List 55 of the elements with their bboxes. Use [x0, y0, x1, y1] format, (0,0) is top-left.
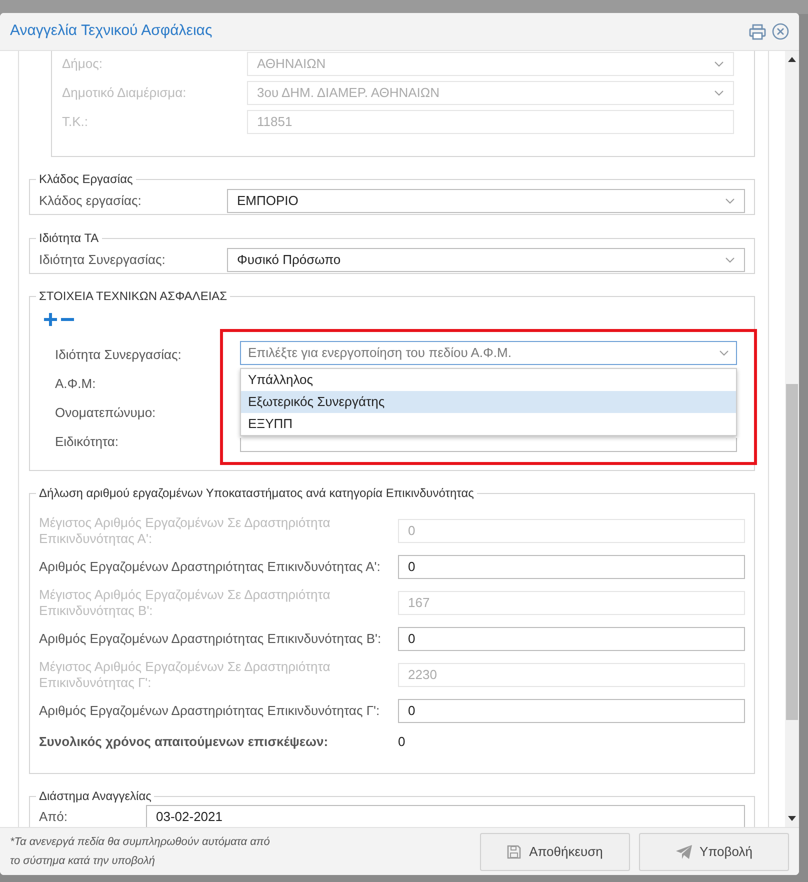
input-field[interactable]: 0	[398, 627, 745, 651]
dropdown: 3ου ΔΗΜ. ΔΙΑΜΕΡ. ΑΘΗΝΑΙΩΝ	[247, 81, 734, 105]
field-label: Αριθμός Εργαζομένων Δραστηριότητας Επικινδυνότητας Α':	[39, 559, 382, 575]
field-label: Αριθμός Εργαζομένων Δραστηριότητας Επικινδυνότητας Β':	[39, 631, 382, 647]
dropdown-option[interactable]: Εξωτερικός Συνεργάτης	[241, 391, 736, 413]
field-label: Αριθμός Εργαζομένων Δραστηριότητας Επικινδυνότητας Γ':	[39, 703, 381, 719]
dropdown[interactable]: ΕΜΠΟΡΙΟ	[227, 189, 745, 213]
input-field[interactable]: 0	[398, 555, 745, 579]
input-field: 11851	[247, 110, 734, 134]
field-label: Μέγιστος Αριθμός Εργαζομένων Σε Δραστηριότητα Επικινδυνότητας Β':	[39, 587, 332, 619]
dropdown-option[interactable]: Υπάλληλος	[241, 369, 736, 391]
total-value: 0	[398, 733, 406, 752]
scrollbar[interactable]	[785, 51, 799, 827]
fieldset-legend: Διάστημα Αναγγελίας	[36, 788, 154, 804]
chevron-icon	[719, 350, 729, 356]
input-field[interactable]	[240, 438, 737, 452]
chevron-icon	[714, 61, 724, 67]
scroll-up-icon[interactable]	[788, 57, 796, 62]
dropdown-option[interactable]: ΕΞΥΠΠ	[241, 413, 736, 435]
chevron-icon	[725, 198, 735, 204]
field-label: Από:	[39, 808, 68, 826]
print-icon[interactable]	[749, 24, 766, 40]
save-button[interactable]: Αποθήκευση	[480, 832, 630, 870]
input-field: 2230	[398, 663, 745, 687]
field-label: Α.Φ.Μ:	[55, 374, 96, 393]
dropdown[interactable]: Επιλέξτε για ενεργοποίηση του πεδίου Α.Φ.Μ.	[240, 341, 737, 365]
fieldset-legend: Κλάδος Εργασίας	[36, 171, 136, 187]
field-label: Τ.Κ.:	[62, 113, 90, 132]
total-label: Συνολικός χρόνος απαιτούμενων επισκέψεων:	[39, 733, 330, 752]
field-label: Ιδιότητα Συνεργασίας:	[39, 251, 166, 270]
input-field: 0	[398, 519, 745, 543]
field-label: Κλάδος εργασίας:	[39, 192, 142, 210]
window-title: Αναγγελία Τεχνικού Ασφάλειας	[10, 21, 212, 42]
field-label: Ειδικότητα:	[55, 432, 119, 451]
scrollbar-thumb[interactable]	[786, 384, 798, 720]
close-icon[interactable]	[772, 23, 789, 40]
field-label: Δημοτικό Διαμέρισμα:	[62, 84, 188, 102]
dropdown[interactable]: Φυσικό Πρόσωπο	[227, 248, 745, 272]
submit-button[interactable]: Υποβολή	[639, 832, 789, 870]
field-label: Ονοματεπώνυμο:	[55, 404, 156, 422]
footnote: *Τα ανενεργά πεδία θα συμπληρωθούν αυτόματα από το σύστημα κατά την υποβολή	[10, 834, 271, 868]
field-label: Μέγιστος Αριθμός Εργαζομένων Σε Δραστηριότητα Επικινδυνότητας Γ':	[39, 659, 332, 691]
input-field: 167	[398, 591, 745, 615]
fieldset-legend: Δήλωση αριθμού εργαζομένων Υποκαταστήματος ανά κατηγορία Επικινδυνότητας	[36, 485, 477, 501]
input-field[interactable]: 0	[398, 699, 745, 723]
fieldset-legend: Ιδιότητα ΤΑ	[36, 230, 102, 246]
field-label: Δήμος:	[62, 55, 104, 74]
field-label: Ιδιότητα Συνεργασίας:	[55, 346, 182, 364]
field-label: Μέγιστος Αριθμός Εργαζομένων Σε Δραστηριότητα Επικινδυνότητας Α':	[39, 515, 332, 547]
add-icon[interactable]	[44, 313, 57, 326]
paper-plane-icon	[676, 844, 692, 858]
chevron-icon	[714, 90, 724, 96]
dropdown: ΑΘΗΝΑΙΩΝ	[247, 52, 734, 76]
chevron-icon	[725, 257, 735, 263]
scroll-down-icon[interactable]	[788, 816, 796, 821]
